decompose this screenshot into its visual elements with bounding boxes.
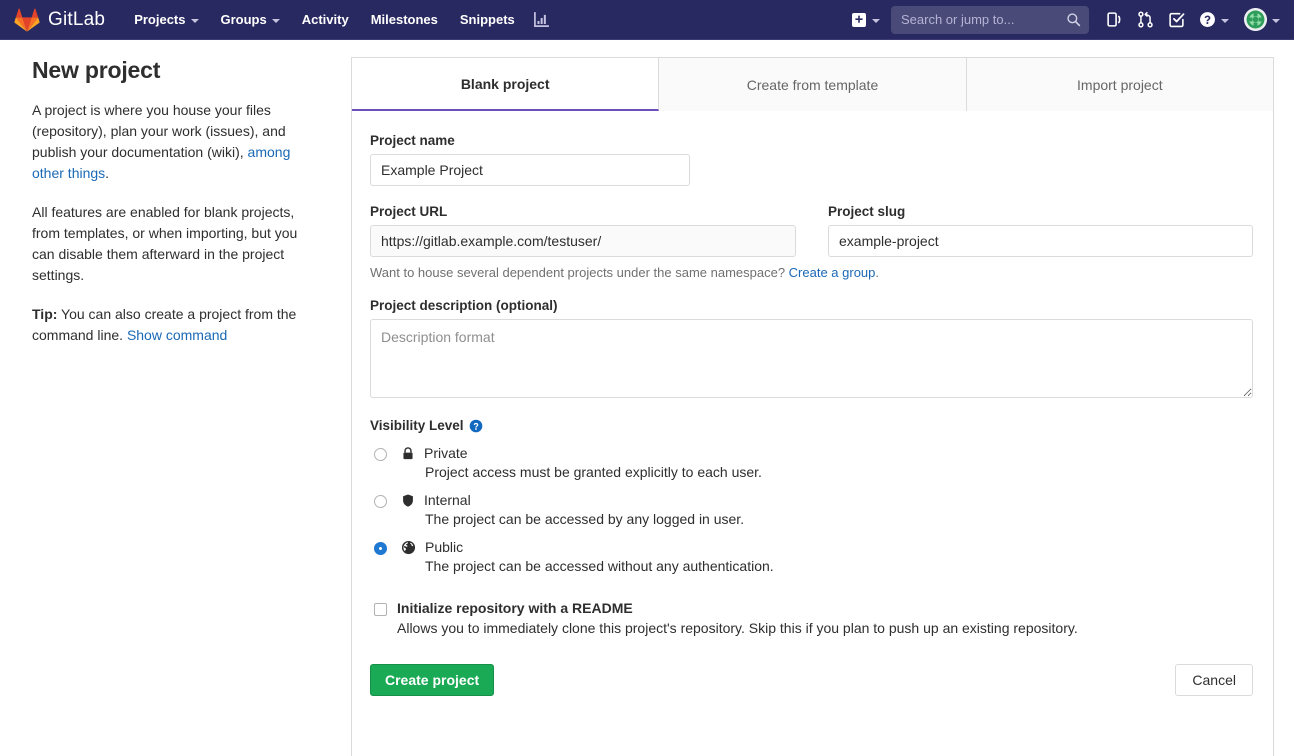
user-menu-button[interactable] bbox=[1236, 0, 1286, 40]
chart-analytics-icon bbox=[533, 11, 550, 28]
project-description-textarea[interactable] bbox=[370, 319, 1253, 398]
initialize-readme-label[interactable]: Initialize repository with a README bbox=[397, 600, 1078, 616]
page-title: New project bbox=[32, 57, 322, 84]
namespace-hint-period: . bbox=[875, 265, 879, 280]
analytics-chart-icon[interactable] bbox=[526, 0, 557, 40]
nav-item-snippets[interactable]: Snippets bbox=[449, 0, 526, 40]
visibility-private-body: Private Project access must be granted e… bbox=[401, 445, 762, 480]
visibility-internal-label: Internal bbox=[424, 492, 471, 508]
initialize-readme-checkbox[interactable] bbox=[374, 603, 387, 616]
search-icon bbox=[1066, 12, 1081, 27]
tip-label: Tip: bbox=[32, 306, 57, 322]
top-navbar: GitLab Projects Groups Activity Mileston… bbox=[0, 0, 1294, 40]
nav-item-groups[interactable]: Groups bbox=[210, 0, 291, 40]
intro-tip: Tip: You can also create a project from … bbox=[32, 304, 322, 346]
question-circle-icon bbox=[1199, 11, 1216, 28]
visibility-public-title-row[interactable]: Public bbox=[401, 539, 774, 555]
new-item-button[interactable] bbox=[844, 0, 887, 40]
brand-title: GitLab bbox=[48, 9, 105, 31]
gitlab-tanuki-logo bbox=[14, 8, 40, 32]
globe-icon bbox=[401, 540, 416, 555]
nav-item-milestones[interactable]: Milestones bbox=[360, 0, 449, 40]
visibility-level-label: Visibility Level bbox=[370, 418, 464, 433]
new-project-form: Project name Project URL Project slug Wa… bbox=[352, 111, 1273, 696]
initialize-readme-desc: Allows you to immediately clone this pro… bbox=[397, 620, 1078, 636]
search-input[interactable] bbox=[891, 6, 1089, 34]
visibility-internal-desc: The project can be accessed by any logge… bbox=[425, 511, 744, 527]
primary-nav: Projects Groups Activity Milestones Snip… bbox=[123, 0, 557, 40]
intro-p1-period: . bbox=[105, 165, 109, 181]
merge-request-icon bbox=[1137, 11, 1154, 28]
readme-option-body: Initialize repository with a README Allo… bbox=[397, 600, 1078, 636]
issues-button[interactable] bbox=[1099, 0, 1130, 40]
visibility-private-title-row[interactable]: Private bbox=[401, 445, 762, 461]
todo-check-icon bbox=[1168, 11, 1185, 28]
user-avatar bbox=[1244, 8, 1267, 31]
namespace-hint-text: Want to house several dependent projects… bbox=[370, 265, 789, 280]
tab-create-from-template[interactable]: Create from template bbox=[659, 58, 966, 111]
readme-option-row[interactable]: Initialize repository with a README Allo… bbox=[370, 600, 1253, 636]
project-type-tabs: Blank project Create from template Impor… bbox=[352, 58, 1273, 111]
chevron-down-icon bbox=[872, 19, 880, 23]
form-actions: Create project Cancel bbox=[370, 664, 1253, 696]
visibility-radio-public[interactable] bbox=[374, 542, 387, 555]
gitlab-home-link[interactable]: GitLab bbox=[14, 8, 105, 32]
lock-icon bbox=[401, 446, 415, 461]
create-project-button[interactable]: Create project bbox=[370, 664, 494, 696]
project-url-label: Project URL bbox=[370, 204, 796, 219]
visibility-public-label: Public bbox=[425, 539, 463, 555]
project-description-group: Project description (optional) bbox=[370, 298, 1253, 398]
shield-icon bbox=[401, 493, 415, 508]
visibility-level-header: Visibility Level bbox=[370, 418, 1253, 433]
visibility-internal-body: Internal The project can be accessed by … bbox=[401, 492, 744, 527]
chevron-down-icon bbox=[1221, 19, 1229, 23]
issues-icon bbox=[1106, 11, 1123, 28]
url-slug-row: Project URL Project slug bbox=[370, 204, 1253, 257]
tab-import-project[interactable]: Import project bbox=[967, 58, 1273, 111]
tab-blank-project[interactable]: Blank project bbox=[352, 58, 659, 111]
navbar-right-group bbox=[844, 0, 1294, 40]
create-a-group-link[interactable]: Create a group bbox=[789, 265, 876, 280]
help-button[interactable] bbox=[1192, 0, 1236, 40]
namespace-hint: Want to house several dependent projects… bbox=[370, 265, 1253, 280]
project-name-input[interactable] bbox=[370, 154, 690, 186]
visibility-radio-private[interactable] bbox=[374, 448, 387, 461]
merge-requests-button[interactable] bbox=[1130, 0, 1161, 40]
page-intro-panel: New project A project is where you house… bbox=[32, 57, 322, 346]
visibility-option-private[interactable]: Private Project access must be granted e… bbox=[370, 445, 1253, 480]
todos-button[interactable] bbox=[1161, 0, 1192, 40]
project-name-label: Project name bbox=[370, 133, 1253, 148]
nav-item-groups-label: Groups bbox=[221, 0, 267, 40]
chevron-down-icon bbox=[272, 19, 280, 23]
chevron-down-icon bbox=[1272, 19, 1280, 23]
project-slug-label: Project slug bbox=[828, 204, 1253, 219]
project-description-label: Project description (optional) bbox=[370, 298, 1253, 313]
visibility-internal-title-row[interactable]: Internal bbox=[401, 492, 744, 508]
question-circle-icon[interactable] bbox=[469, 419, 483, 433]
visibility-option-internal[interactable]: Internal The project can be accessed by … bbox=[370, 492, 1253, 527]
plus-square-icon bbox=[851, 12, 867, 28]
project-slug-group: Project slug bbox=[828, 204, 1253, 257]
chevron-down-icon bbox=[191, 19, 199, 23]
visibility-private-desc: Project access must be granted explicitl… bbox=[425, 464, 762, 480]
show-command-link[interactable]: Show command bbox=[127, 327, 227, 343]
visibility-private-label: Private bbox=[424, 445, 468, 461]
nav-item-projects[interactable]: Projects bbox=[123, 0, 209, 40]
project-url-group: Project URL bbox=[370, 204, 796, 257]
visibility-option-public[interactable]: Public The project can be accessed witho… bbox=[370, 539, 1253, 574]
nav-item-activity[interactable]: Activity bbox=[291, 0, 360, 40]
visibility-public-body: Public The project can be accessed witho… bbox=[401, 539, 774, 574]
intro-paragraph-2: All features are enabled for blank proje… bbox=[32, 202, 322, 286]
global-search-box[interactable] bbox=[891, 6, 1089, 34]
intro-paragraph-1: A project is where you house your files … bbox=[32, 100, 322, 184]
visibility-public-desc: The project can be accessed without any … bbox=[425, 558, 774, 574]
new-project-card: Blank project Create from template Impor… bbox=[351, 57, 1274, 756]
cancel-button[interactable]: Cancel bbox=[1175, 664, 1253, 696]
nav-item-projects-label: Projects bbox=[134, 0, 185, 40]
project-url-input[interactable] bbox=[370, 225, 796, 257]
page-body: New project A project is where you house… bbox=[0, 41, 1294, 751]
visibility-radio-internal[interactable] bbox=[374, 495, 387, 508]
project-slug-input[interactable] bbox=[828, 225, 1253, 257]
